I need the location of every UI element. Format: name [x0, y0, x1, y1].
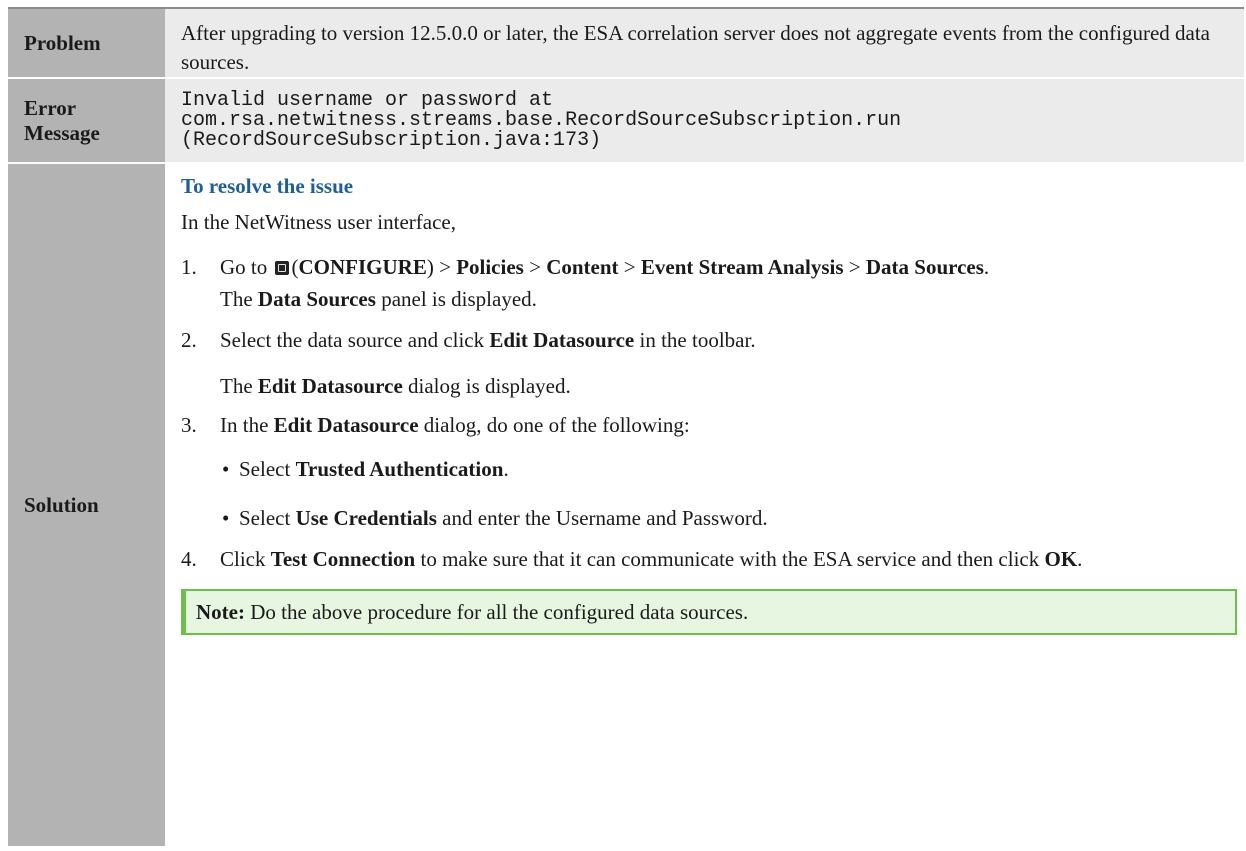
step-1-result: The Data Sources panel is displayed. — [220, 287, 537, 311]
error-message-label: Error Message — [8, 79, 165, 162]
error-message-text: Invalid username or password at com.rsa.… — [165, 79, 1244, 162]
note-label: Note: — [196, 600, 245, 624]
option-trusted-authentication: • Select Trusted Authentication. — [222, 457, 509, 481]
step-4: 4. Click Test Connection to make sure th… — [181, 547, 1083, 571]
error-line-3: (RecordSourceSubscription.java:173) — [181, 129, 602, 152]
problem-row: Problem After upgrading to version 12.5.… — [8, 9, 1244, 79]
step-3: 3. In the Edit Datasource dialog, do one… — [181, 409, 1244, 534]
solution-label: Solution — [8, 164, 165, 846]
solution-row: Solution To resolve the issue In the Net… — [8, 164, 1244, 846]
solution-intro: In the NetWitness user interface, — [181, 210, 456, 234]
option-use-credentials: • Select Use Credentials and enter the Us… — [222, 506, 768, 530]
step-2: 2. Select the data source and click Edit… — [181, 324, 1244, 402]
step-3-options: • Select Trusted Authentication. • Select … — [220, 453, 1244, 534]
problem-label: Problem — [8, 9, 165, 77]
problem-description: After upgrading to version 12.5.0.0 or l… — [165, 9, 1244, 77]
step-1: 1. Go to (CONFIGURE) > Policies > Conten… — [181, 251, 1244, 315]
error-message-row: Error Message Invalid username or passwor… — [8, 79, 1244, 164]
note-text: Do the above procedure for all the confi… — [250, 600, 749, 624]
configure-icon — [274, 261, 289, 275]
note-box: Note: Do the above procedure for all the… — [181, 589, 1237, 635]
solution-heading: To resolve the issue — [181, 174, 354, 198]
solution-steps: 1. Go to (CONFIGURE) > Policies > Conten… — [181, 251, 1244, 575]
step-2-result: The Edit Datasource dialog is displayed. — [220, 374, 571, 398]
troubleshooting-table: Problem After upgrading to version 12.5.… — [8, 7, 1244, 846]
solution-content: To resolve the issue In the NetWitness u… — [165, 164, 1244, 846]
